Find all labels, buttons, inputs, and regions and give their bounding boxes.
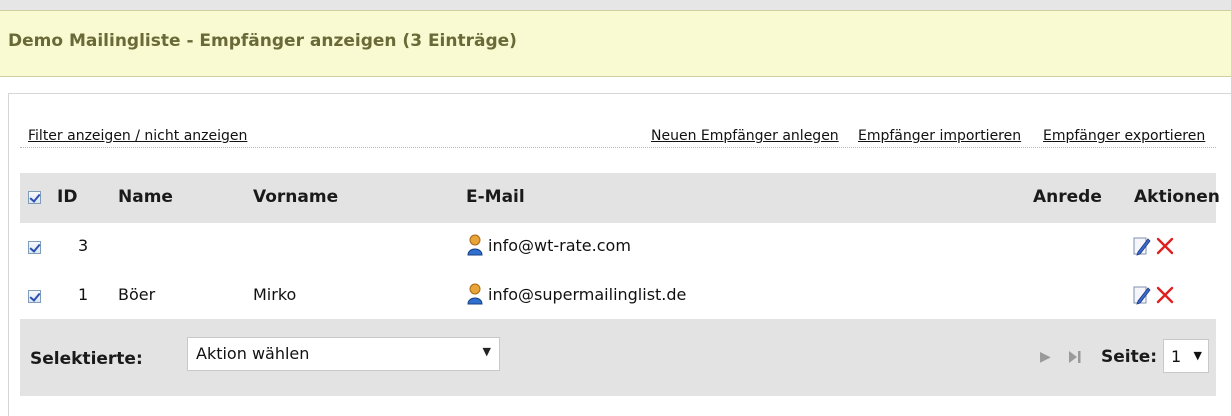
- table-row: 1 Böer Mirko info@supermailinglist.de: [20, 272, 1216, 322]
- x-icon[interactable]: [1156, 237, 1174, 255]
- new-recipient-link[interactable]: Neuen Empfänger anlegen: [651, 128, 839, 144]
- row-checkbox[interactable]: [28, 290, 41, 303]
- table-header: ID Name Vorname E-Mail Anrede Aktionen: [20, 173, 1220, 223]
- column-header-id[interactable]: ID: [57, 187, 77, 207]
- top-band: [0, 0, 1231, 10]
- column-header-email[interactable]: E-Mail: [466, 187, 525, 207]
- page-select[interactable]: 1 ▼: [1163, 339, 1209, 373]
- table-footer: Selektierte: Aktion wählen ▼ ▶ Seite: 1 …: [20, 319, 1216, 396]
- pencil-icon[interactable]: [1133, 236, 1151, 256]
- export-recipients-link[interactable]: Empfänger exportieren: [1043, 128, 1205, 144]
- filter-toggle-link[interactable]: Filter anzeigen / nicht anzeigen: [28, 128, 247, 144]
- page-label: Seite:: [1101, 347, 1158, 367]
- selected-label: Selektierte:: [30, 349, 143, 369]
- column-header-name[interactable]: Name: [118, 187, 173, 207]
- column-header-anrede[interactable]: Anrede: [1033, 187, 1102, 207]
- row-checkbox[interactable]: [28, 241, 41, 254]
- cell-email[interactable]: info@wt-rate.com: [488, 236, 631, 255]
- column-header-aktionen: Aktionen: [1134, 187, 1220, 207]
- user-icon: [467, 234, 483, 256]
- bulk-action-select[interactable]: Aktion wählen ▼: [187, 337, 500, 371]
- page-title: Demo Mailingliste - Empfänger anzeigen (…: [8, 31, 517, 51]
- page-value: 1: [1171, 347, 1182, 366]
- table-row: 3 info@wt-rate.com: [20, 223, 1216, 273]
- play-icon[interactable]: ▶: [1040, 349, 1051, 365]
- chevron-down-icon: ▼: [1193, 349, 1202, 362]
- pencil-icon[interactable]: [1133, 285, 1151, 305]
- import-recipients-link[interactable]: Empfänger importieren: [858, 128, 1021, 144]
- cell-id: 1: [78, 285, 89, 304]
- select-all-checkbox[interactable]: [28, 191, 41, 204]
- bulk-action-value: Aktion wählen: [196, 344, 310, 363]
- user-icon: [467, 283, 483, 305]
- cell-vorname: Mirko: [253, 285, 297, 304]
- column-header-vorname[interactable]: Vorname: [253, 187, 338, 207]
- toolbar-separator: [20, 147, 1216, 148]
- chevron-down-icon: ▼: [482, 345, 491, 358]
- page-header: Demo Mailingliste - Empfänger anzeigen (…: [0, 10, 1231, 77]
- cell-name: Böer: [118, 285, 156, 304]
- x-icon[interactable]: [1156, 286, 1174, 304]
- cell-email[interactable]: info@supermailinglist.de: [488, 285, 686, 304]
- cell-id: 3: [78, 236, 89, 255]
- skip-end-icon[interactable]: [1068, 350, 1082, 364]
